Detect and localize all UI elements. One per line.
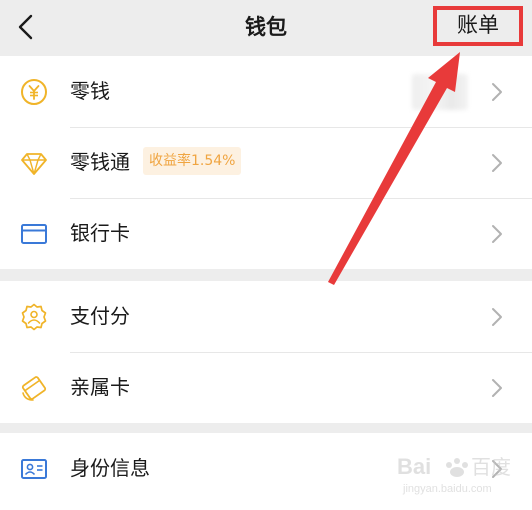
chevron-right-icon: [492, 154, 502, 172]
bill-button[interactable]: 账单: [433, 6, 523, 46]
svg-text:百度: 百度: [471, 455, 511, 479]
row-label-pay-score: 支付分: [70, 304, 130, 328]
chevron-left-icon: [18, 14, 33, 40]
diamond-icon: [21, 153, 47, 175]
badge-person-icon: [21, 303, 47, 331]
yield-badge: 收益率1.54%: [143, 147, 242, 175]
row-family-card[interactable]: 亲属卡: [0, 352, 532, 423]
row-change[interactable]: 零钱: [0, 56, 532, 127]
svg-text:Bai: Bai: [397, 454, 431, 479]
wallet-group-2: 支付分 亲属卡: [0, 281, 532, 423]
chevron-right-icon: [492, 83, 502, 101]
chevron-right-icon: [492, 225, 502, 243]
family-card-icon: [21, 376, 47, 401]
wallet-page: 钱包 账单 零钱 零钱通 收益率1.54% 银行卡 支付分 亲属卡 身份信息 B…: [0, 0, 532, 510]
row-label-identity-info: 身份信息: [70, 456, 150, 480]
row-bank-card[interactable]: 银行卡: [0, 198, 532, 269]
svg-text:jingyan.baidu.com: jingyan.baidu.com: [402, 483, 492, 495]
nav-header: 钱包 账单: [0, 0, 532, 56]
row-pay-score[interactable]: 支付分: [0, 281, 532, 352]
id-card-icon: [21, 459, 47, 479]
row-label-bank-card: 银行卡: [70, 221, 130, 245]
bank-card-icon: [21, 224, 47, 244]
balance-blurred: [412, 74, 468, 110]
back-button[interactable]: [12, 12, 42, 42]
row-label-family-card: 亲属卡: [70, 375, 130, 399]
row-label-change: 零钱: [70, 79, 110, 103]
yen-coin-icon: [21, 79, 47, 105]
baidu-watermark-logo: Bai 百度 jingyan.baidu.com: [397, 454, 511, 495]
chevron-right-icon: [492, 379, 502, 397]
row-lingqiantong[interactable]: 零钱通 收益率1.54%: [0, 127, 532, 198]
wallet-group-1: 零钱 零钱通 收益率1.54% 银行卡: [0, 56, 532, 269]
row-label-lingqiantong: 零钱通: [70, 150, 130, 174]
chevron-right-icon: [492, 308, 502, 326]
